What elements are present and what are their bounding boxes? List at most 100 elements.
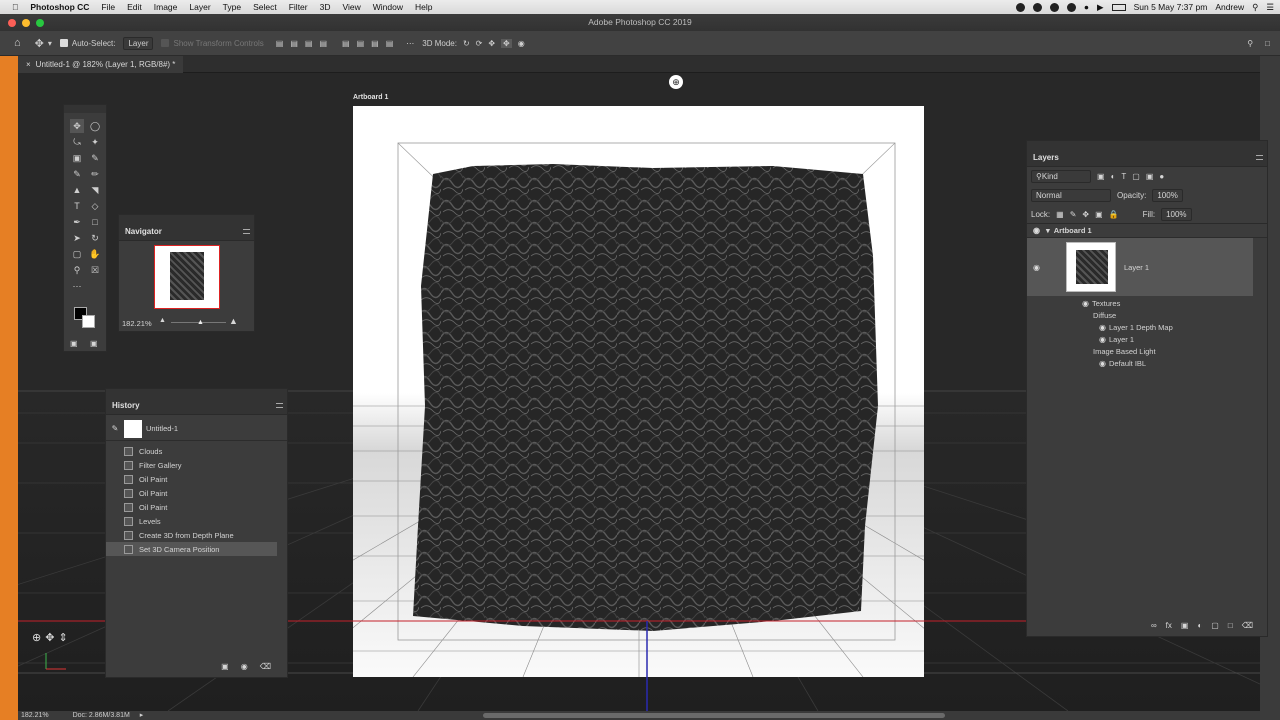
blend-mode-dropdown[interactable]: Normal	[1031, 189, 1111, 202]
lasso-tool-icon[interactable]: ⤿	[70, 135, 84, 149]
history-step[interactable]: Oil Paint	[106, 472, 287, 486]
adjustment-layer-icon[interactable]: ◐	[1197, 621, 1202, 630]
add-mask-icon[interactable]: ▣	[1181, 621, 1189, 630]
visibility-eye-icon[interactable]: ◉	[1099, 323, 1106, 332]
camera-3d-icon[interactable]: ◉	[518, 39, 525, 48]
more-options-icon[interactable]: ⋯	[406, 39, 414, 48]
visibility-eye-icon[interactable]: ◉	[1099, 359, 1106, 368]
home-icon[interactable]: ⌂	[14, 37, 21, 49]
volume-icon[interactable]: ▶	[1097, 2, 1104, 13]
move-tool-icon[interactable]: ✥	[70, 119, 84, 133]
drag-3d-icon[interactable]: ✥	[488, 39, 495, 48]
fill-field[interactable]: 100%	[1161, 207, 1192, 221]
user-name[interactable]: Andrew	[1215, 2, 1244, 12]
hand-tool-icon[interactable]: ✋	[88, 247, 102, 261]
new-group-icon[interactable]: ▢	[1211, 621, 1219, 630]
lock-all-icon[interactable]: 🔒	[1109, 210, 1119, 219]
align-hcenter-icon[interactable]: ▤	[290, 39, 298, 48]
frame2-tool-icon[interactable]: ☒	[88, 263, 102, 277]
layers-grip[interactable]	[1027, 141, 1267, 149]
menu-image[interactable]: Image	[154, 2, 178, 12]
layer-sub-row[interactable]: ◉ Default IBL	[1027, 357, 1267, 369]
menu-file[interactable]: File	[101, 2, 115, 12]
show-transform-checkbox[interactable]	[161, 39, 170, 47]
filter-kind-dropdown[interactable]: ⚲Kind	[1031, 170, 1091, 183]
brush-tool-icon[interactable]: ✎	[70, 167, 84, 181]
layer-sub-row[interactable]: Image Based Light	[1027, 345, 1267, 357]
lock-artboard-icon[interactable]: ▣	[1095, 210, 1103, 219]
artboard-label[interactable]: Artboard 1	[353, 94, 388, 101]
add-artboard-icon[interactable]: ⊕	[669, 75, 683, 89]
clock[interactable]: Sun 5 May 7:37 pm	[1134, 2, 1208, 12]
filter-shape-icon[interactable]: ▢	[1132, 172, 1140, 181]
history-step[interactable]: Levels	[106, 514, 287, 528]
layer-sub-row[interactable]: ◉ Layer 1	[1027, 333, 1267, 345]
history-grip[interactable]	[106, 389, 287, 397]
orbit-3d-icon[interactable]: ↻	[463, 39, 470, 48]
navigator-grip[interactable]	[119, 215, 254, 223]
rectangle-tool-icon[interactable]: ▢	[70, 247, 84, 261]
artboard-canvas[interactable]	[353, 106, 924, 677]
panel-menu-icon[interactable]	[243, 229, 250, 234]
layer-sub-row[interactable]: Diffuse	[1027, 309, 1267, 321]
distribute-icon[interactable]: ▤	[371, 39, 379, 48]
notification-icon[interactable]: ☰	[1266, 2, 1274, 13]
pen-tool-icon[interactable]: ✒	[70, 215, 84, 229]
chevron-down-icon[interactable]: ▾	[48, 39, 52, 48]
type-tool-icon[interactable]: T	[70, 199, 84, 213]
zoom-tool-icon[interactable]: ⚲	[70, 263, 84, 277]
layers-title[interactable]: Layers	[1033, 153, 1059, 162]
new-document-from-state-icon[interactable]: ▣	[221, 662, 229, 671]
link-layers-icon[interactable]: ∞	[1151, 621, 1157, 630]
delete-layer-icon[interactable]: ⌫	[1242, 621, 1253, 630]
history-step[interactable]: Filter Gallery	[106, 458, 287, 472]
stamp-tool-icon[interactable]: ▲	[70, 183, 84, 197]
history-step[interactable]: Oil Paint	[106, 500, 287, 514]
delete-state-icon[interactable]: ⌫	[260, 662, 271, 671]
crop-tool-icon[interactable]: ▣	[70, 151, 84, 165]
filter-adjust-icon[interactable]: ◐	[1111, 172, 1116, 181]
lock-transparency-icon[interactable]: ▦	[1056, 210, 1064, 219]
filter-type-icon[interactable]: T	[1121, 172, 1126, 181]
menu-3d[interactable]: 3D	[320, 2, 331, 12]
eraser-tool-icon[interactable]: ◥	[88, 183, 102, 197]
zoom-in-icon[interactable]: ▲	[229, 316, 238, 326]
tools-grip[interactable]	[64, 105, 106, 113]
menu-window[interactable]: Window	[373, 2, 403, 12]
slide-3d-icon[interactable]: ✥	[501, 38, 512, 48]
snapshot-camera-icon[interactable]: ◉	[241, 662, 248, 671]
history-step[interactable]: Oil Paint	[106, 486, 287, 500]
pan-axis-icon[interactable]: ✥	[45, 631, 54, 644]
navigator-title[interactable]: Navigator	[125, 227, 162, 236]
history-step-selected[interactable]: Set 3D Camera Position	[106, 542, 277, 556]
history-title[interactable]: History	[112, 401, 140, 410]
panel-menu-icon[interactable]	[276, 403, 283, 408]
fx-icon[interactable]: fx	[1166, 621, 1172, 630]
distribute-2-icon[interactable]: ▤	[386, 39, 394, 48]
new-layer-icon[interactable]: □	[1228, 621, 1233, 630]
filter-pixel-icon[interactable]: ▣	[1097, 172, 1105, 181]
menu-select[interactable]: Select	[253, 2, 277, 12]
search-icon[interactable]: ⚲	[1247, 39, 1253, 48]
dolly-axis-icon[interactable]: ⇕	[58, 631, 67, 644]
tray-dropbox-icon[interactable]	[1049, 2, 1059, 12]
filter-smart-icon[interactable]: ▣	[1146, 172, 1154, 181]
zoom-slider-thumb[interactable]: ▲	[197, 319, 204, 326]
workspace-icon[interactable]: □	[1265, 39, 1270, 48]
screen-mode-icon[interactable]: ▣	[90, 339, 98, 348]
layer-sub-row[interactable]: ◉ Textures	[1027, 297, 1267, 309]
menu-layer[interactable]: Layer	[189, 2, 210, 12]
menu-view[interactable]: View	[342, 2, 360, 12]
menu-app[interactable]: Photoshop CC	[30, 2, 89, 12]
visibility-eye-icon[interactable]: ◉	[1082, 299, 1089, 308]
status-doc-size[interactable]: Doc: 2.86M/3.81M	[73, 712, 130, 719]
auto-select-checkbox[interactable]	[59, 39, 68, 47]
align-vcenter-icon[interactable]: ▤	[342, 39, 350, 48]
layer-row-selected[interactable]: ◉ Layer 1	[1027, 238, 1253, 296]
zoom-out-icon[interactable]: ▲	[159, 317, 166, 324]
spotlight-icon[interactable]: ⚲	[1252, 2, 1258, 13]
maximize-window-button[interactable]	[36, 19, 44, 27]
visibility-eye-icon[interactable]: ◉	[1099, 335, 1106, 344]
background-color-swatch[interactable]	[82, 315, 95, 328]
collapse-chevron-icon[interactable]: ▾	[1046, 226, 1050, 235]
